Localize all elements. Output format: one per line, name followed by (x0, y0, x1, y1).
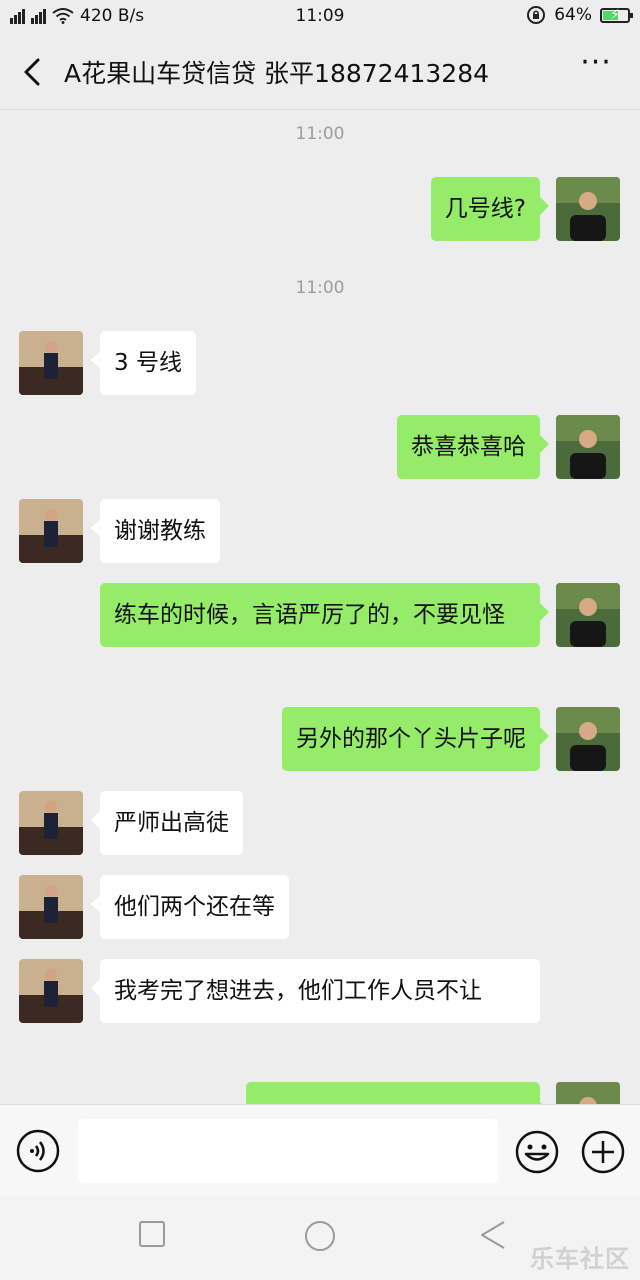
contact-avatar[interactable] (19, 791, 83, 855)
status-bar: 420 B/s 11:09 64% ⚡ (0, 0, 640, 34)
contact-avatar[interactable] (19, 331, 83, 395)
self-avatar[interactable] (556, 583, 620, 647)
message-input[interactable] (78, 1119, 498, 1183)
emoji-icon[interactable] (514, 1129, 560, 1175)
contact-avatar[interactable] (19, 499, 83, 563)
timestamp: 11:00 (295, 124, 345, 144)
chat-title: A花果山车贷信贷 张平18872413284 (64, 59, 490, 88)
battery-icon: ⚡ (600, 7, 633, 23)
contact-avatar[interactable] (19, 959, 83, 1023)
chat-header: A花果山车贷信贷 张平18872413284 ··· (0, 34, 640, 110)
rotation-lock-icon (527, 6, 546, 24)
home-icon[interactable] (304, 1220, 336, 1252)
battery-percent: 64% (554, 5, 592, 25)
watermark-logo: 乐车社区 (530, 1245, 630, 1273)
message-bubble-outgoing[interactable]: 恭喜恭喜哈 (397, 415, 549, 479)
status-right: 64% ⚡ (526, 5, 633, 25)
system-nav-bar: 乐车社区 (0, 1196, 640, 1280)
message-bubble-outgoing[interactable]: 几号线? (430, 177, 550, 241)
message-list[interactable]: 11:00 几号线? 11:00 3 号线 恭喜恭喜哈 谢谢教练 练车的时候，言… (0, 110, 640, 1104)
message-bubble-incoming[interactable]: 他们两个还在等 (91, 875, 289, 939)
back-arrow-icon[interactable] (14, 52, 50, 92)
message-bubble-outgoing-partial[interactable] (246, 1082, 549, 1104)
voice-icon[interactable] (16, 1129, 60, 1173)
message-bubble-incoming[interactable]: 3 号线 (91, 331, 196, 395)
self-avatar[interactable] (556, 707, 620, 771)
plus-icon[interactable] (580, 1129, 626, 1175)
message-bubble-incoming[interactable]: 我考完了想进去，他们工作人员不让 (91, 959, 540, 1023)
self-avatar[interactable] (556, 177, 620, 241)
recent-apps-icon[interactable] (138, 1220, 166, 1248)
message-bubble-incoming[interactable]: 谢谢教练 (91, 499, 220, 563)
back-nav-icon[interactable] (478, 1220, 506, 1250)
message-bubble-incoming[interactable]: 严师出高徒 (91, 791, 243, 855)
message-bubble-outgoing[interactable]: 练车的时候，言语严厉了的，不要见怪 (100, 583, 549, 647)
self-avatar[interactable] (556, 1082, 620, 1104)
message-bubble-outgoing[interactable]: 另外的那个丫头片子呢 (282, 707, 549, 771)
self-avatar[interactable] (556, 415, 620, 479)
more-icon[interactable]: ··· (576, 48, 616, 84)
input-bar (0, 1104, 640, 1196)
timestamp: 11:00 (295, 278, 345, 298)
contact-avatar[interactable] (19, 875, 83, 939)
